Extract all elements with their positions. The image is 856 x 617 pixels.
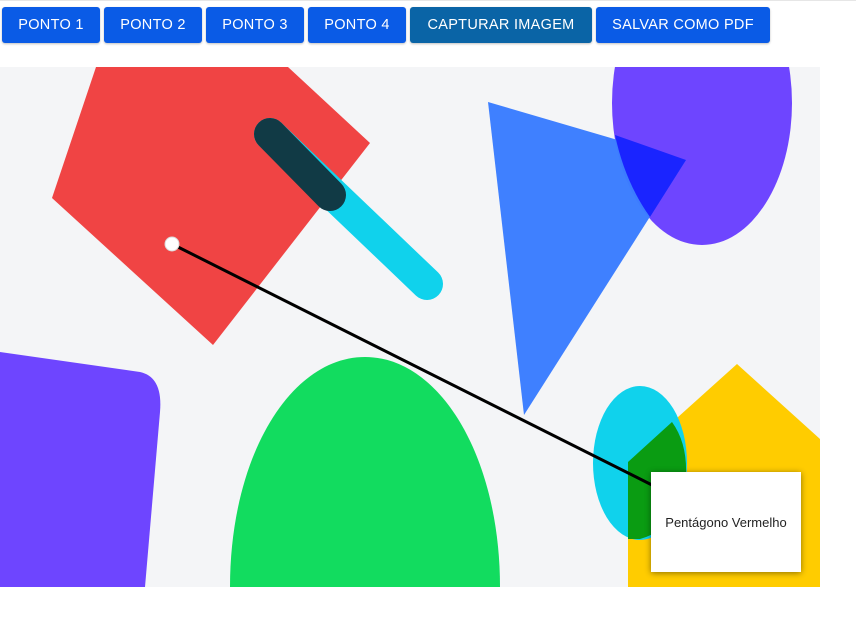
capture-image-button[interactable]: CAPTURAR IMAGEM [410, 7, 592, 43]
ponto-4-button[interactable]: PONTO 4 [308, 7, 406, 43]
purple-rounded-polygon[interactable] [0, 352, 161, 587]
anchor-point[interactable] [164, 236, 180, 252]
shape-label-text: Pentágono Vermelho [665, 514, 787, 530]
top-divider [0, 0, 856, 1]
green-semi-ellipse[interactable] [230, 357, 500, 587]
save-pdf-button[interactable]: SALVAR COMO PDF [596, 7, 770, 43]
ponto-2-button[interactable]: PONTO 2 [104, 7, 202, 43]
shape-label-box: Pentágono Vermelho [651, 472, 801, 572]
ponto-1-button[interactable]: PONTO 1 [2, 7, 100, 43]
ponto-3-button[interactable]: PONTO 3 [206, 7, 304, 43]
